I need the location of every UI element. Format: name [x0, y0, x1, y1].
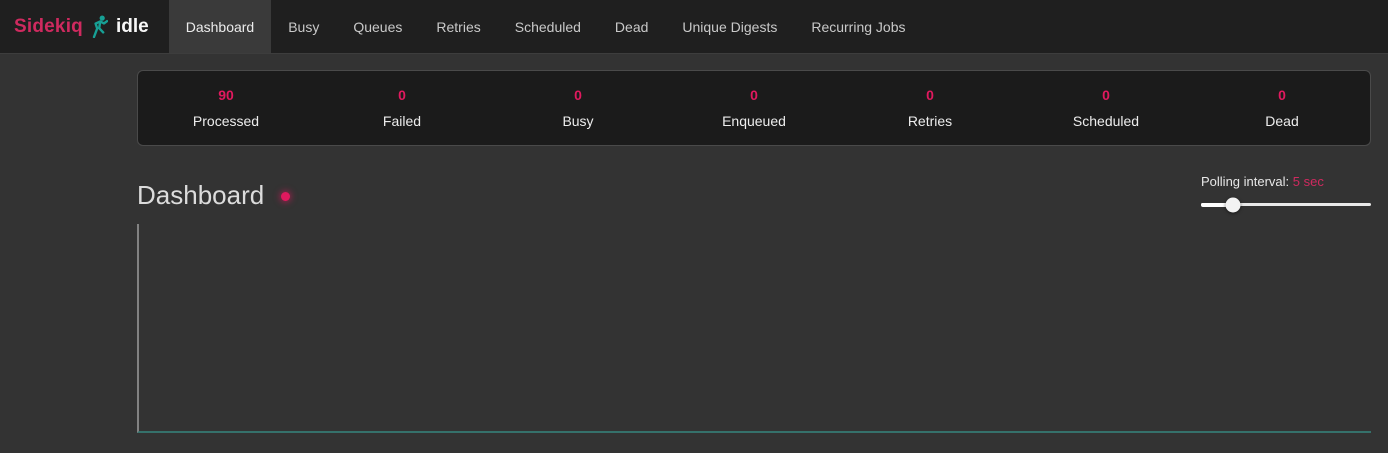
stat-enqueued-label: Enqueued — [666, 113, 842, 129]
stat-failed-value: 0 — [314, 87, 490, 103]
nav-item-queues[interactable]: Queues — [336, 0, 419, 53]
stat-enqueued-value: 0 — [666, 87, 842, 103]
main-nav: Dashboard Busy Queues Retries Scheduled … — [169, 0, 923, 53]
nav-item-recurring-jobs[interactable]: Recurring Jobs — [794, 0, 922, 53]
stat-enqueued[interactable]: 0 Enqueued — [666, 87, 842, 129]
nav-item-dead[interactable]: Dead — [598, 0, 665, 53]
sidekiq-logo-icon — [91, 15, 108, 38]
stat-scheduled-label: Scheduled — [1018, 113, 1194, 129]
page-title-wrap: Dashboard — [137, 181, 290, 210]
stat-dead[interactable]: 0 Dead — [1194, 87, 1370, 129]
nav-item-unique-digests[interactable]: Unique Digests — [665, 0, 794, 53]
stat-busy[interactable]: 0 Busy — [490, 87, 666, 129]
nav-item-dashboard[interactable]: Dashboard — [169, 0, 272, 53]
polling-interval-text: Polling interval: — [1201, 174, 1289, 189]
stat-dead-value: 0 — [1194, 87, 1370, 103]
stat-scheduled[interactable]: 0 Scheduled — [1018, 87, 1194, 129]
navbar: Sidekiq idle Dashboard Busy Queues Retri… — [0, 0, 1388, 53]
polling-controls: Polling interval: 5 sec — [1201, 174, 1371, 212]
nav-item-retries[interactable]: Retries — [419, 0, 497, 53]
stat-processed-label: Processed — [138, 113, 314, 129]
stat-retries-value: 0 — [842, 87, 1018, 103]
nav-item-scheduled[interactable]: Scheduled — [498, 0, 598, 53]
nav-item-busy[interactable]: Busy — [271, 0, 336, 53]
summary-bar: 90 Processed 0 Failed 0 Busy 0 Enqueued … — [137, 70, 1371, 146]
page-title: Dashboard — [137, 181, 264, 210]
main-content: 90 Processed 0 Failed 0 Busy 0 Enqueued … — [137, 70, 1371, 433]
stat-retries[interactable]: 0 Retries — [842, 87, 1018, 129]
stat-processed[interactable]: 90 Processed — [138, 87, 314, 129]
stat-processed-value: 90 — [138, 87, 314, 103]
stat-busy-label: Busy — [490, 113, 666, 129]
brand-name[interactable]: Sidekiq — [14, 16, 83, 38]
stat-failed-label: Failed — [314, 113, 490, 129]
realtime-graph — [137, 224, 1371, 433]
stat-retries-label: Retries — [842, 113, 1018, 129]
polling-interval-label: Polling interval: 5 sec — [1201, 174, 1371, 189]
page-header: Dashboard Polling interval: 5 sec — [137, 174, 1371, 212]
process-status: idle — [116, 16, 149, 38]
brand[interactable]: Sidekiq idle — [0, 0, 159, 53]
stat-dead-label: Dead — [1194, 113, 1370, 129]
live-poll-beacon-icon — [281, 192, 290, 201]
stat-failed[interactable]: 0 Failed — [314, 87, 490, 129]
polling-interval-slider[interactable] — [1201, 197, 1371, 212]
polling-slider-thumb[interactable] — [1226, 197, 1241, 212]
stat-scheduled-value: 0 — [1018, 87, 1194, 103]
stat-busy-value: 0 — [490, 87, 666, 103]
polling-interval-value: 5 sec — [1293, 174, 1324, 189]
